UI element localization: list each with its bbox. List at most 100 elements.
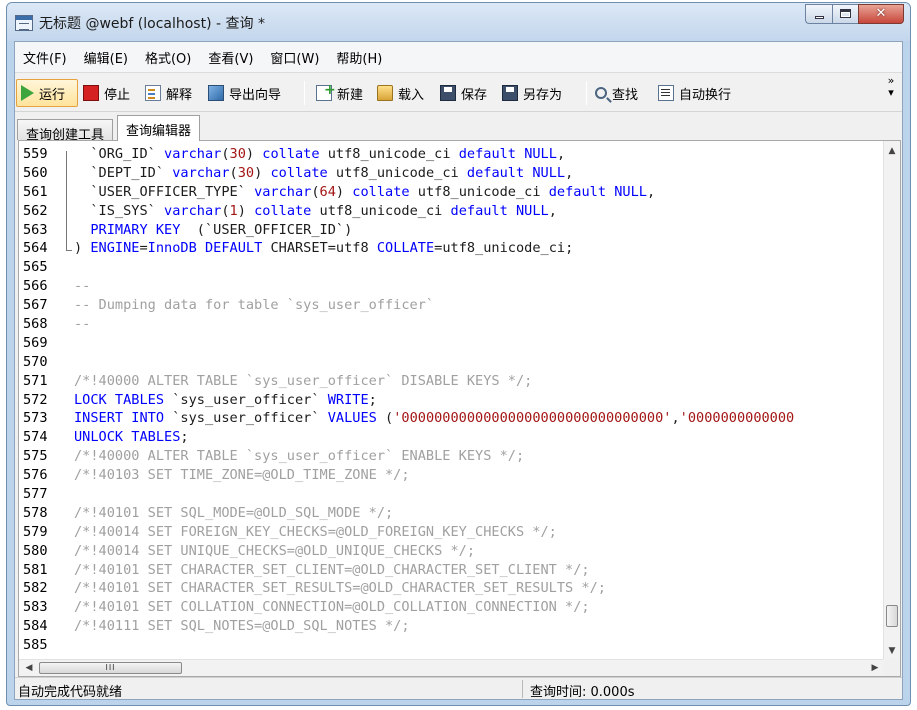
- code-line[interactable]: 564) ENGINE=InnoDB DEFAULT CHARSET=utf8 …: [19, 239, 885, 258]
- save-icon: [440, 85, 456, 101]
- toolbar: 运行 停止 解释 导出向导 新建 载入: [15, 72, 902, 112]
- code-line[interactable]: 581 /*!40101 SET CHARACTER_SET_CLIENT=@OL…: [19, 561, 885, 580]
- line-number: 570: [23, 353, 48, 370]
- code-line[interactable]: 580 /*!40014 SET UNIQUE_CHECKS=@OLD_UNIQU…: [19, 542, 885, 561]
- line-text: `ORG_ID` varchar(30) collate utf8_unicod…: [74, 145, 565, 164]
- tab-query-editor[interactable]: 查询编辑器: [117, 115, 201, 141]
- window-title: 无标题 @webf (localhost) - 查询 *: [39, 16, 265, 32]
- close-button[interactable]: ✕: [858, 4, 904, 24]
- scroll-left-icon[interactable]: ◀: [21, 660, 37, 676]
- scroll-right-icon[interactable]: ▶: [867, 660, 883, 676]
- menu-edit[interactable]: 编辑(E): [84, 48, 128, 67]
- code-line[interactable]: 566 --: [19, 277, 885, 296]
- code-line[interactable]: 573 INSERT INTO `sys_user_officer` VALUES…: [19, 409, 885, 428]
- query-window: 无标题 @webf (localhost) - 查询 * ✕ 文件(F) 编辑(…: [6, 2, 911, 706]
- code-token: `IS_SYS`: [74, 202, 165, 219]
- code-token: /*!40101 SET CHARACTER_SET_CLIENT=@OLD_C…: [74, 561, 590, 578]
- code-line[interactable]: 561 `USER_OFFICER_TYPE` varchar(64) coll…: [19, 183, 885, 202]
- save-as-button[interactable]: 另存为: [502, 79, 562, 107]
- vertical-scroll-thumb[interactable]: [886, 605, 898, 627]
- code-line[interactable]: 572 LOCK TABLES `sys_user_officer` WRITE;: [19, 391, 885, 410]
- maximize-button[interactable]: [832, 4, 858, 24]
- status-message: 自动完成代码就绪: [18, 685, 123, 700]
- code-line[interactable]: 579 /*!40014 SET FOREIGN_KEY_CHECKS=@OLD_…: [19, 523, 885, 542]
- code-token: ,: [671, 410, 680, 427]
- code-line[interactable]: 567 -- Dumping data for table `sys_user_o…: [19, 296, 885, 315]
- query-editor[interactable]: 559 `ORG_ID` varchar(30) collate utf8_un…: [18, 140, 901, 677]
- scroll-up-icon[interactable]: ▲: [884, 143, 900, 159]
- scroll-down-icon[interactable]: ▼: [884, 643, 900, 659]
- horizontal-scrollbar[interactable]: ◀ III ▶: [19, 659, 885, 676]
- explain-button[interactable]: 解释: [145, 79, 192, 107]
- minimize-button[interactable]: [805, 4, 832, 24]
- stop-button[interactable]: 停止: [83, 79, 130, 107]
- line-number: 567: [23, 297, 48, 314]
- export-wizard-button[interactable]: 导出向导: [208, 79, 281, 107]
- code-line[interactable]: 569: [19, 334, 885, 353]
- code-token: ): [335, 183, 353, 200]
- find-button[interactable]: 查找: [595, 79, 638, 107]
- close-icon: ✕: [875, 6, 887, 21]
- menu-format[interactable]: 格式(O): [145, 48, 191, 67]
- code-line[interactable]: 560 `DEPT_ID` varchar(30) collate utf8_u…: [19, 164, 885, 183]
- menu-window[interactable]: 窗口(W): [270, 48, 319, 67]
- load-button[interactable]: 载入: [377, 79, 424, 107]
- line-text: --: [74, 315, 90, 334]
- line-number: 581: [23, 561, 48, 578]
- code-token: 30: [237, 164, 255, 181]
- code-token: CHARSET=utf8: [262, 240, 377, 257]
- code-line[interactable]: 575 /*!40000 ALTER TABLE `sys_user_office…: [19, 447, 885, 466]
- code-line[interactable]: 578 /*!40101 SET SQL_MODE=@OLD_SQL_MODE *…: [19, 504, 885, 523]
- code-line[interactable]: 562 `IS_SYS` varchar(1) collate utf8_uni…: [19, 202, 885, 221]
- code-line[interactable]: 571 /*!40000 ALTER TABLE `sys_user_office…: [19, 372, 885, 391]
- menu-help[interactable]: 帮助(H): [336, 48, 382, 67]
- code-token: ): [254, 164, 271, 181]
- code-token: /*!40000 ALTER TABLE `sys_user_officer` …: [74, 448, 525, 465]
- menu-file[interactable]: 文件(F): [23, 48, 67, 67]
- line-number: 577: [23, 486, 48, 503]
- toolbar-overflow-button[interactable]: » ▾: [884, 75, 898, 99]
- word-wrap-button[interactable]: 自动换行: [658, 79, 731, 107]
- run-button[interactable]: 运行: [16, 79, 78, 107]
- line-number: 566: [23, 278, 48, 295]
- save-button[interactable]: 保存: [440, 79, 487, 107]
- line-text: /*!40103 SET TIME_ZONE=@OLD_TIME_ZONE */…: [74, 466, 410, 485]
- code-line[interactable]: 577: [19, 485, 885, 504]
- code-line[interactable]: 576 /*!40103 SET TIME_ZONE=@OLD_TIME_ZONE…: [19, 466, 885, 485]
- line-number: 559: [23, 146, 48, 162]
- tab-query-builder[interactable]: 查询创建工具: [17, 119, 114, 143]
- code-token: utf8_unicode_ci: [319, 146, 459, 162]
- vertical-scrollbar[interactable]: ▲ ▼: [883, 141, 900, 661]
- code-token: '0000000000000: [679, 410, 795, 427]
- line-text: INSERT INTO `sys_user_officer` VALUES ('…: [74, 409, 794, 428]
- stop-icon: [83, 85, 99, 101]
- code-token: varchar: [254, 183, 312, 200]
- export-icon: [208, 85, 224, 101]
- new-button[interactable]: 新建: [316, 79, 363, 107]
- code-line[interactable]: 563 PRIMARY KEY (`USER_OFFICER_ID`): [19, 221, 885, 240]
- line-text: /*!40101 SET SQL_MODE=@OLD_SQL_MODE */;: [74, 504, 393, 523]
- horizontal-scroll-thumb[interactable]: III: [39, 662, 182, 674]
- line-text: ) ENGINE=InnoDB DEFAULT CHARSET=utf8 COL…: [74, 239, 573, 258]
- line-text: -- Dumping data for table `sys_user_offi…: [74, 296, 434, 315]
- code-line[interactable]: 583 /*!40101 SET COLLATION_CONNECTION=@OL…: [19, 598, 885, 617]
- code-area[interactable]: 559 `ORG_ID` varchar(30) collate utf8_un…: [19, 145, 885, 657]
- tab-bar: 查询创建工具 查询编辑器: [15, 112, 902, 143]
- code-line[interactable]: 565: [19, 258, 885, 277]
- code-line[interactable]: 574 UNLOCK TABLES;: [19, 428, 885, 447]
- code-line[interactable]: 559 `ORG_ID` varchar(30) collate utf8_un…: [19, 145, 885, 164]
- code-line[interactable]: 570: [19, 353, 885, 372]
- code-token: ): [74, 240, 91, 257]
- title-bar[interactable]: 无标题 @webf (localhost) - 查询 * ✕: [7, 3, 910, 41]
- code-token: 30: [229, 146, 246, 162]
- code-line[interactable]: 584 /*!40111 SET SQL_NOTES=@OLD_SQL_NOTES…: [19, 617, 885, 636]
- menu-view[interactable]: 查看(V): [208, 48, 253, 67]
- line-text: `USER_OFFICER_TYPE` varchar(64) collate …: [74, 183, 655, 202]
- code-line[interactable]: 568 --: [19, 315, 885, 334]
- line-number: 578: [23, 504, 48, 521]
- code-line[interactable]: 582 /*!40101 SET CHARACTER_SET_RESULTS=@O…: [19, 579, 885, 598]
- code-token: 64: [319, 183, 336, 200]
- code-line[interactable]: 585: [19, 636, 885, 655]
